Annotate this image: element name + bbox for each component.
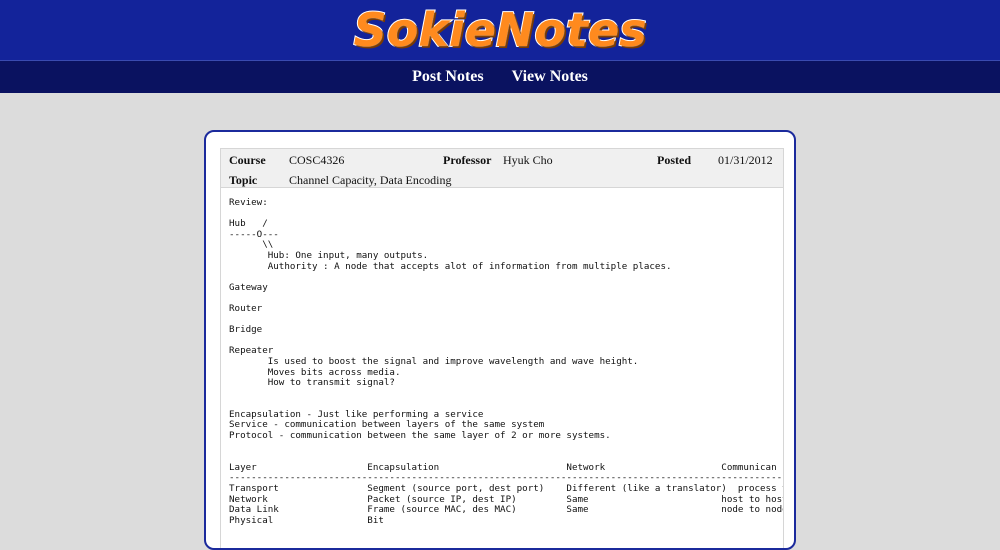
professor-value: Hyuk Cho xyxy=(503,153,553,167)
notes-body: Review: Hub / -----O--- \\ Hub: One inpu… xyxy=(220,188,784,548)
site-header: SokieNotes xyxy=(0,0,1000,60)
posted-label: Posted xyxy=(657,153,691,167)
topic-value: Channel Capacity, Data Encoding xyxy=(289,173,452,187)
professor-label: Professor xyxy=(443,153,492,167)
topic-label: Topic xyxy=(229,173,258,187)
note-meta: Course COSC4326 Professor Hyuk Cho Poste… xyxy=(220,148,784,188)
nav-view-notes-link[interactable]: View Notes xyxy=(512,68,588,86)
site-logo[interactable]: SokieNotes xyxy=(353,0,648,60)
nav-post-notes-link[interactable]: Post Notes xyxy=(412,68,484,86)
note-card: Course COSC4326 Professor Hyuk Cho Poste… xyxy=(204,130,796,550)
course-label: Course xyxy=(229,153,266,167)
posted-value: 01/31/2012 xyxy=(718,153,773,167)
course-value: COSC4326 xyxy=(289,153,345,167)
main-nav: Post Notes View Notes xyxy=(0,60,1000,93)
notes-text: Review: Hub / -----O--- \\ Hub: One inpu… xyxy=(229,197,783,526)
